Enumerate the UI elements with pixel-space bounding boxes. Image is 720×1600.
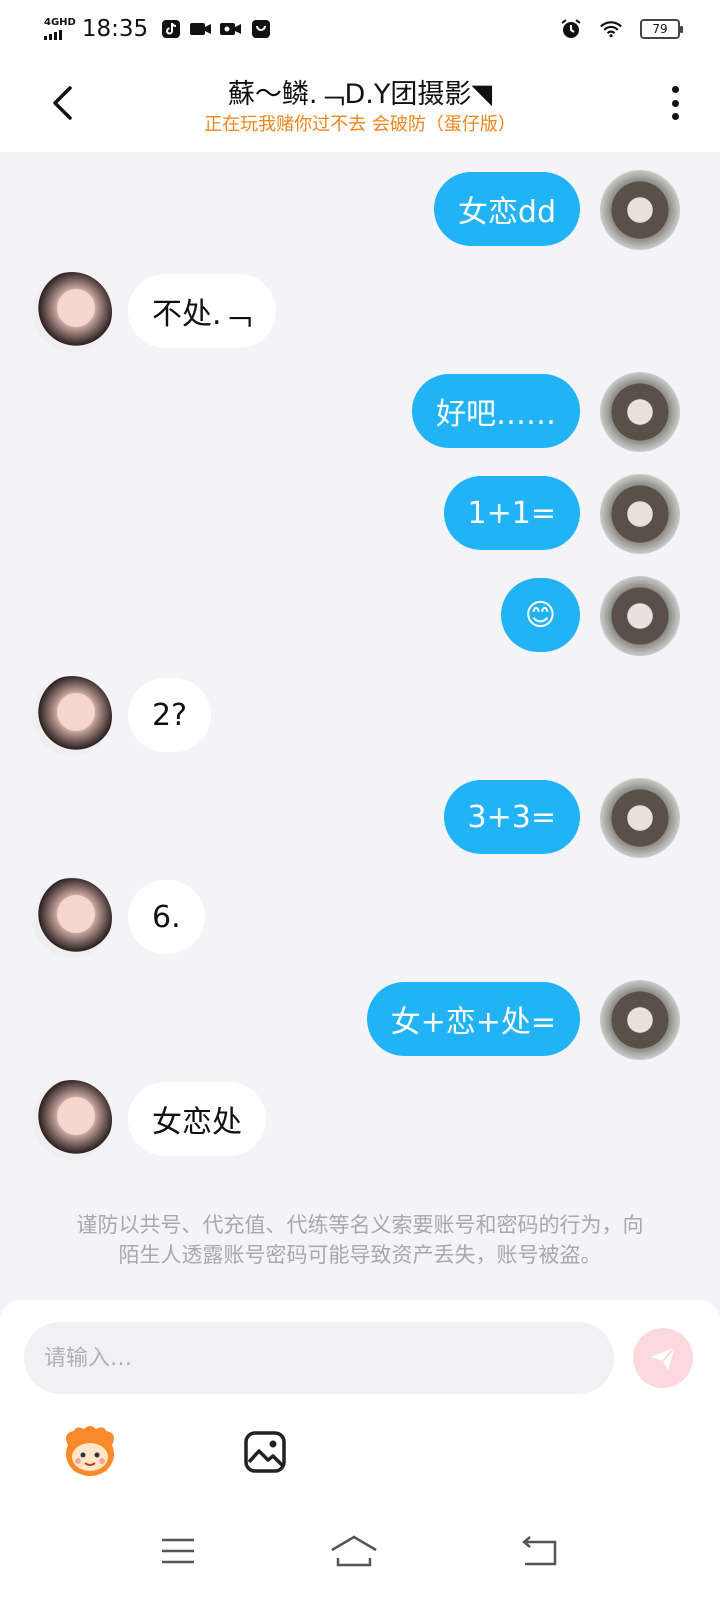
home-icon	[331, 1535, 377, 1567]
emoji-sticker-button[interactable]	[58, 1420, 122, 1484]
system-nav-bar	[0, 1510, 720, 1600]
battery-level: 79	[652, 22, 668, 36]
my-avatar[interactable]	[600, 778, 680, 858]
return-icon	[522, 1536, 557, 1566]
message-input[interactable]	[24, 1322, 614, 1394]
message-row-outgoing: 好吧……	[0, 372, 720, 454]
alarm-icon	[560, 19, 582, 39]
signal-icon	[44, 30, 62, 40]
message-row-outgoing: 1+1=	[0, 474, 720, 556]
message-row-incoming: 2?	[0, 676, 720, 758]
my-avatar[interactable]	[600, 576, 680, 656]
contact-status: 正在玩我赌你过不去 会破防（蛋仔版）	[204, 114, 516, 135]
shopping-bag-icon	[250, 19, 272, 39]
message-bubble[interactable]: 2?	[128, 678, 212, 752]
message-bubble[interactable]: 3+3=	[443, 780, 580, 854]
battery-icon: 79	[640, 19, 683, 39]
my-avatar[interactable]	[600, 170, 680, 250]
more-options-button[interactable]	[660, 80, 690, 126]
contact-avatar[interactable]	[32, 878, 112, 958]
message-bubble[interactable]: 1+1=	[443, 476, 580, 550]
message-row-outgoing: 😊	[0, 576, 720, 658]
mascot-icon	[66, 1426, 114, 1476]
security-notice: 谨防以共号、代充值、代练等名义索要账号和密码的行为，向陌生人透露账号密码可能导致…	[76, 1213, 644, 1267]
message-bubble[interactable]: 😊	[500, 578, 580, 652]
message-row-incoming: 不处.﹁	[0, 272, 720, 354]
home-button[interactable]	[324, 1528, 384, 1574]
contact-name: 蘇～鳞.﹁D.Y团摄影◥	[227, 79, 493, 110]
my-avatar[interactable]	[600, 474, 680, 554]
tiktok-icon	[160, 19, 182, 39]
send-button[interactable]	[633, 1328, 693, 1388]
more-dot-icon	[671, 86, 679, 93]
contact-avatar[interactable]	[32, 1080, 112, 1160]
message-row-outgoing: 女恋dd	[0, 170, 720, 252]
message-bubble[interactable]: 女+恋+处=	[366, 982, 580, 1056]
message-bubble[interactable]: 女恋处	[128, 1082, 266, 1156]
status-bar: 4GHD 18:35 79	[0, 0, 720, 58]
message-row-outgoing: 3+3=	[0, 778, 720, 860]
chat-header: 蘇～鳞.﹁D.Y团摄影◥ 正在玩我赌你过不去 会破防（蛋仔版）	[0, 58, 720, 152]
my-avatar[interactable]	[600, 372, 680, 452]
message-row-incoming: 6.	[0, 878, 720, 960]
message-bubble[interactable]: 好吧……	[412, 374, 580, 448]
message-row-incoming: 女恋处	[0, 1080, 720, 1162]
image-icon	[244, 1431, 286, 1473]
network-type: 4GHD	[44, 17, 76, 28]
image-button[interactable]	[233, 1420, 297, 1484]
message-row-outgoing: 女+恋+处=	[0, 980, 720, 1062]
more-dot-icon	[671, 99, 679, 107]
network-indicator: 4GHD	[44, 18, 76, 40]
menu-icon	[162, 1538, 194, 1564]
more-dot-icon	[671, 113, 679, 120]
contact-avatar[interactable]	[32, 676, 112, 756]
message-bubble[interactable]: 6.	[128, 880, 205, 954]
video-call-icon	[220, 19, 242, 39]
send-icon	[651, 1346, 676, 1370]
back-nav-button[interactable]	[508, 1528, 568, 1574]
wifi-icon	[600, 19, 622, 39]
menu-button[interactable]	[148, 1528, 208, 1574]
message-bubble[interactable]: 不处.﹁	[128, 274, 276, 348]
my-avatar[interactable]	[600, 980, 680, 1060]
message-list[interactable]: 女恋dd 不处.﹁ 好吧…… 1+1= 😊 2? 3+3= 6. 女+恋+处= …	[0, 152, 720, 1312]
message-bubble[interactable]: 女恋dd	[433, 172, 580, 246]
contact-avatar[interactable]	[32, 272, 112, 352]
video-icon	[190, 19, 212, 39]
clock: 18:35	[81, 16, 149, 42]
